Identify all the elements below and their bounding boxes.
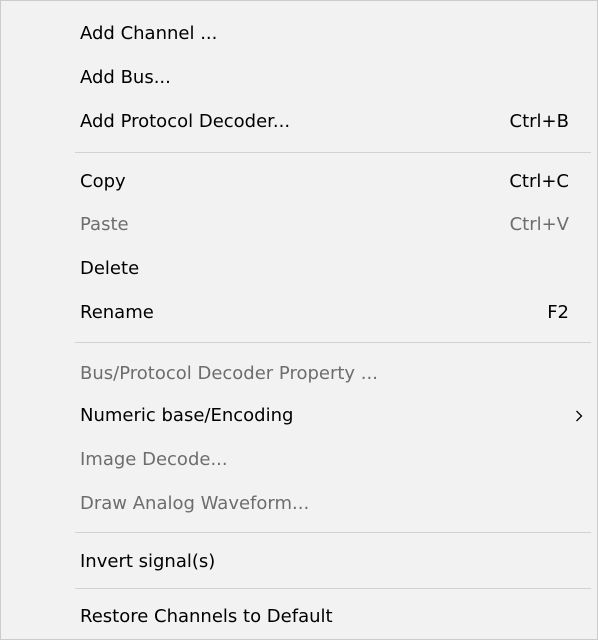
menu-item-label: Add Channel ...	[80, 23, 218, 44]
menu-item-label: Rename	[80, 302, 154, 323]
menu-item-label: Numeric base/Encoding	[80, 405, 294, 426]
menu-item-add-protocol-decoder[interactable]: Add Protocol Decoder... Ctrl+B	[1, 100, 597, 144]
shortcut-label: Ctrl+V	[509, 214, 569, 235]
menu-item-label: Draw Analog Waveform...	[80, 493, 310, 514]
menu-separator	[75, 342, 591, 343]
shortcut-label: Ctrl+B	[509, 111, 569, 132]
menu-item-paste: Paste Ctrl+V	[1, 203, 597, 247]
menu-item-restore-channels-to-default[interactable]: Restore Channels to Default	[1, 595, 597, 639]
menu-item-invert-signal[interactable]: Invert signal(s)	[1, 540, 597, 584]
menu-item-label: Add Protocol Decoder...	[80, 111, 291, 132]
menu-item-add-channel[interactable]: Add Channel ...	[1, 12, 597, 56]
menu-item-add-bus[interactable]: Add Bus...	[1, 56, 597, 100]
menu-item-label: Copy	[80, 171, 126, 192]
menu-item-label: Add Bus...	[80, 67, 171, 88]
context-menu: Add Channel ... Add Bus... Add Protocol …	[0, 0, 598, 640]
shortcut-label: Ctrl+C	[509, 171, 569, 192]
menu-separator	[75, 588, 591, 589]
menu-item-draw-analog-waveform: Draw Analog Waveform...	[1, 482, 597, 526]
menu-item-label: Invert signal(s)	[80, 551, 216, 572]
menu-item-bus-protocol-decoder-property: Bus/Protocol Decoder Property ...	[1, 352, 597, 396]
menu-separator	[75, 152, 591, 153]
menu-separator	[75, 532, 591, 533]
shortcut-label: F2	[547, 302, 569, 323]
menu-item-label: Bus/Protocol Decoder Property ...	[80, 363, 378, 384]
chevron-right-icon	[575, 394, 583, 438]
menu-item-numeric-base-encoding[interactable]: Numeric base/Encoding	[1, 394, 597, 438]
menu-item-rename[interactable]: Rename F2	[1, 291, 597, 335]
menu-item-label: Restore Channels to Default	[80, 606, 333, 627]
menu-item-copy[interactable]: Copy Ctrl+C	[1, 160, 597, 204]
menu-item-delete[interactable]: Delete	[1, 247, 597, 291]
menu-item-label: Image Decode...	[80, 449, 228, 470]
menu-item-label: Paste	[80, 214, 129, 235]
menu-item-image-decode: Image Decode...	[1, 438, 597, 482]
menu-item-label: Delete	[80, 258, 140, 279]
